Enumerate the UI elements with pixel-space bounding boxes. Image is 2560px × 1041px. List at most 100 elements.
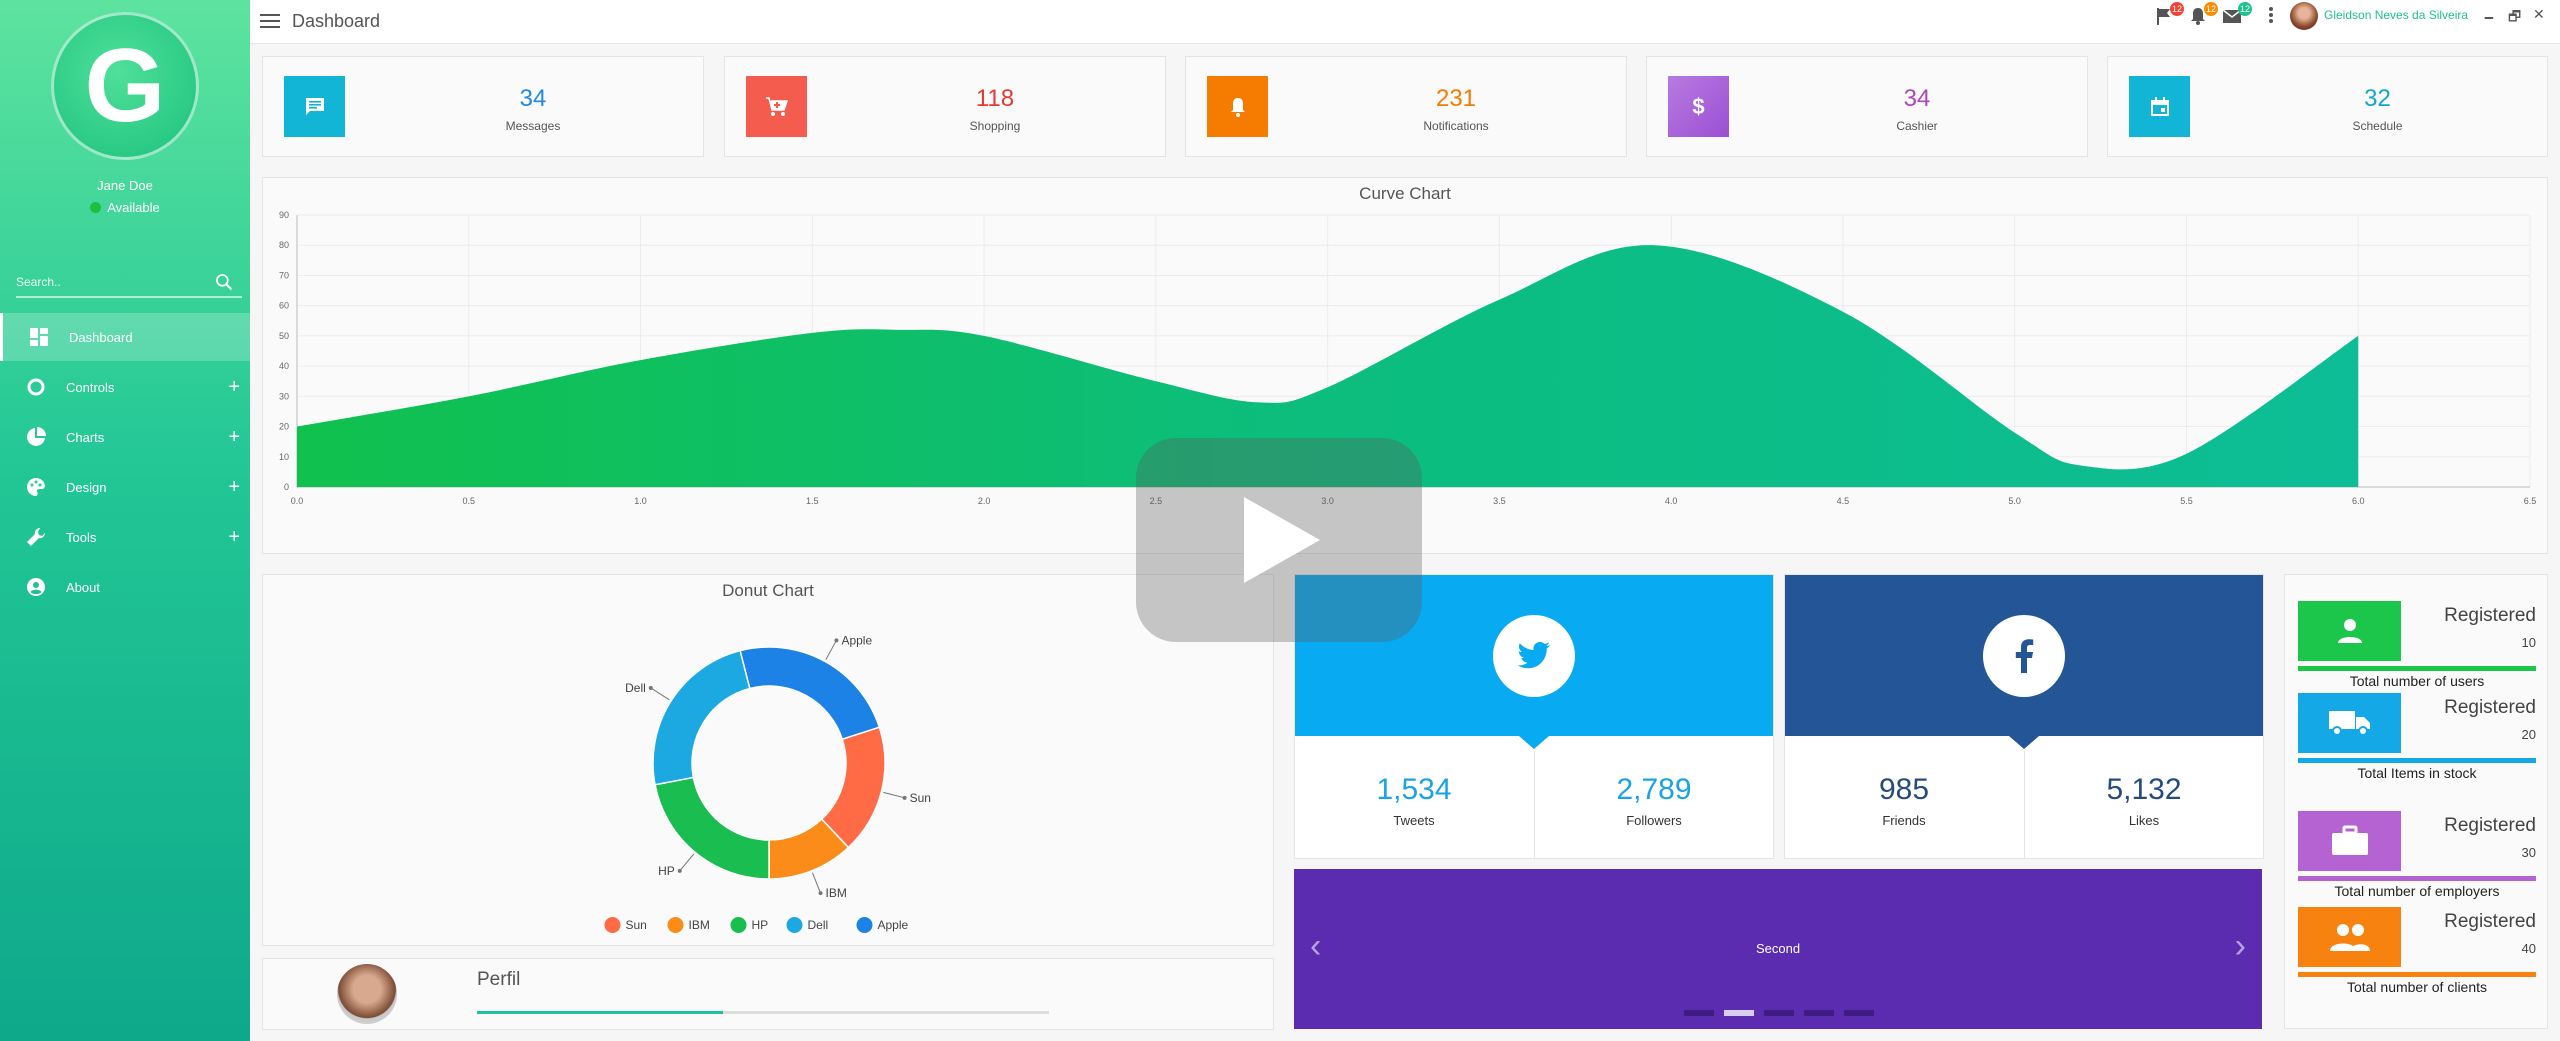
registered-bar	[2298, 972, 2536, 977]
donut-slice	[739, 646, 881, 741]
dollar-icon: $	[1668, 76, 1729, 137]
leader-line	[811, 872, 822, 894]
minimize-button[interactable]: 🗕	[2484, 6, 2494, 30]
data-point	[1842, 311, 1843, 312]
user-status: Available	[0, 200, 250, 215]
sidebar-item-charts[interactable]: Charts +	[0, 413, 250, 461]
legend-swatch	[604, 917, 621, 933]
x-tick-label: 2.0	[978, 496, 991, 506]
data-point	[1327, 387, 1328, 388]
expand-icon[interactable]: +	[228, 377, 240, 397]
followers-value: 2,789	[1616, 773, 1692, 806]
data-point	[640, 360, 641, 361]
close-button[interactable]: ✕	[2533, 6, 2545, 23]
facebook-card[interactable]: 985 Friends 5,132 Likes	[1784, 574, 2264, 859]
tweets-value: 1,534	[1376, 773, 1452, 806]
sidebar-item-about[interactable]: About	[0, 563, 250, 611]
user-avatar[interactable]	[2290, 2, 2318, 30]
registered-bar	[2298, 666, 2536, 671]
more-vert-icon[interactable]	[2268, 6, 2278, 28]
briefcase-icon	[2298, 811, 2401, 871]
tweets-stat: 1,534 Tweets	[1295, 773, 1533, 829]
expand-icon[interactable]: +	[228, 477, 240, 497]
legend-swatch	[856, 917, 873, 933]
y-tick-label: 40	[279, 361, 289, 371]
legend-label: Apple	[878, 918, 909, 932]
stat-card-shopping[interactable]: 118 Shopping	[724, 56, 1166, 157]
data-point	[2014, 432, 2015, 433]
leader-line	[679, 853, 695, 872]
top-bar: Dashboard 12 12 12 Gleidson Neves da Sil…	[250, 0, 2560, 44]
carousel-indicator[interactable]	[1844, 1010, 1874, 1016]
bell-icon[interactable]: 12	[2188, 2, 2218, 28]
hamburger-menu-icon[interactable]	[260, 14, 280, 30]
x-tick-label: 4.5	[1837, 496, 1850, 506]
y-tick-label: 50	[279, 331, 289, 341]
video-play-button[interactable]	[1136, 438, 1422, 642]
data-point	[1653, 245, 1654, 246]
y-tick-label: 10	[279, 452, 289, 462]
likes-value: 5,132	[2106, 773, 2182, 806]
stat-card-notifications[interactable]: 231 Notifications	[1185, 56, 1627, 157]
user-name-link[interactable]: Gleidson Neves da Silveira	[2324, 8, 2468, 22]
twitter-icon	[1493, 614, 1575, 697]
carousel-indicator[interactable]	[1684, 1010, 1714, 1016]
friends-value: 985	[1878, 773, 1930, 806]
search-input[interactable]	[16, 270, 206, 294]
truck-icon	[2298, 693, 2401, 753]
donut-chart-panel: Donut Chart Sun IBM HP Dell Apple Sun IBM HP Del…	[262, 574, 1274, 946]
data-point	[1499, 299, 1500, 300]
sidebar-item-label: Charts	[66, 429, 105, 445]
sidebar-item-design[interactable]: Design +	[0, 463, 250, 511]
followers-label: Followers	[1626, 813, 1682, 828]
registered-title: Registered	[2444, 697, 2536, 718]
registered-bar	[2298, 876, 2536, 881]
y-tick-label: 30	[279, 391, 289, 401]
sidebar-item-dashboard[interactable]: Dashboard	[0, 313, 250, 361]
app-logo: G	[51, 12, 199, 160]
account-icon	[25, 576, 47, 598]
dashboard-icon	[28, 326, 50, 348]
registered-count: 40	[2521, 941, 2536, 956]
x-tick-label: 0.5	[463, 496, 476, 506]
cart-icon	[746, 76, 807, 137]
stat-card-cashier[interactable]: $ 34 Cashier	[1646, 56, 2088, 157]
person-icon	[2298, 601, 2401, 661]
x-tick-label: 3.5	[1493, 496, 1506, 506]
expand-icon[interactable]: +	[228, 427, 240, 447]
restore-button[interactable]: 🗗	[2508, 6, 2521, 30]
stat-card-messages[interactable]: 34 Messages	[262, 56, 704, 157]
sidebar-item-controls[interactable]: Controls +	[0, 363, 250, 411]
carousel-indicator[interactable]	[1724, 1010, 1754, 1016]
mail-icon[interactable]: 12	[2222, 2, 2252, 28]
registered-count: 30	[2521, 845, 2536, 860]
flag-icon[interactable]: 12	[2154, 2, 2184, 28]
x-tick-label: 5.0	[2008, 496, 2021, 506]
palette-icon	[25, 476, 47, 498]
search-icon[interactable]	[214, 272, 234, 292]
stat-card-schedule[interactable]: 32 Schedule	[2107, 56, 2548, 157]
carousel-next-icon[interactable]: ›	[2235, 929, 2246, 963]
data-point	[468, 396, 469, 397]
facebook-header	[1785, 575, 2263, 736]
status-label: Available	[107, 200, 160, 215]
perfil-card[interactable]: Perfil	[262, 958, 1274, 1030]
tweets-label: Tweets	[1393, 813, 1435, 828]
registered-title: Registered	[2444, 815, 2536, 836]
data-point	[812, 332, 813, 333]
sidebar-user-name: Jane Doe	[97, 178, 153, 193]
leader-dot	[677, 868, 682, 873]
carousel[interactable]: ‹ Second ›	[1294, 869, 2262, 1029]
carousel-indicator[interactable]	[1804, 1010, 1834, 1016]
data-point	[898, 329, 899, 330]
avatar	[337, 964, 397, 1024]
expand-icon[interactable]: +	[228, 527, 240, 547]
sidebar-item-tools[interactable]: Tools +	[0, 513, 250, 561]
sidebar-item-label: Controls	[66, 379, 115, 395]
carousel-indicator[interactable]	[1764, 1010, 1794, 1016]
leader-dot	[902, 795, 907, 800]
friends-label: Friends	[1882, 813, 1926, 828]
wrench-icon	[25, 526, 47, 548]
bell-icon	[1207, 76, 1268, 137]
leader-dot	[648, 685, 653, 690]
